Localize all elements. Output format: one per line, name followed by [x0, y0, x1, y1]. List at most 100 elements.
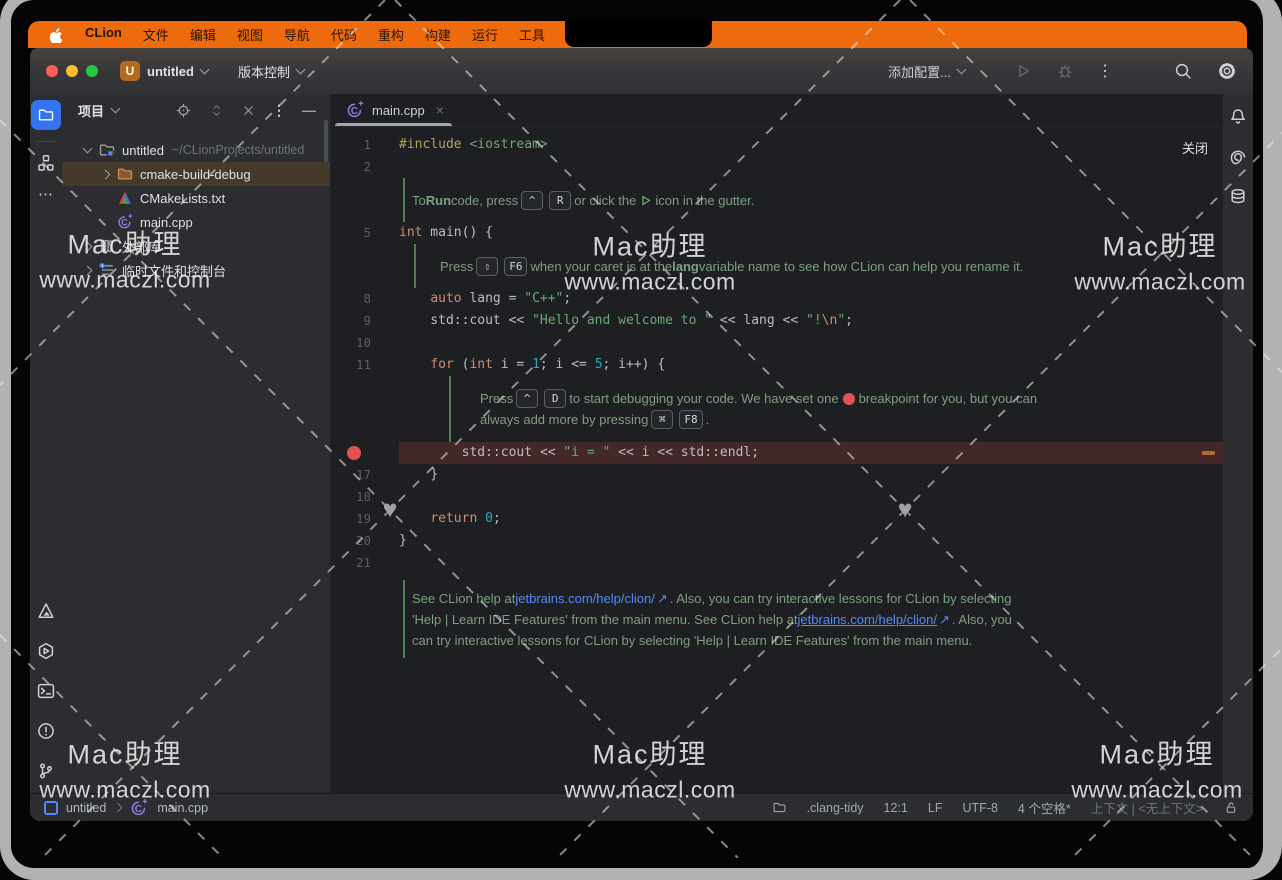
debug-button[interactable]	[1055, 61, 1075, 81]
tree-item[interactable]: cmake-build-debug	[62, 162, 330, 186]
menu-item-工具[interactable]: 工具	[519, 25, 545, 44]
menu-item-CLion[interactable]: CLion	[85, 25, 122, 44]
tree-item[interactable]: Cmain.cpp	[62, 210, 330, 234]
gutter[interactable]: 11	[331, 354, 399, 376]
line-content: To Run code, press ^R or click the icon …	[399, 178, 1223, 222]
tree-item[interactable]: CMakeLists.txt	[62, 186, 330, 210]
ai-assistant-icon[interactable]	[1223, 142, 1253, 172]
menu-item-重构[interactable]: 重构	[378, 25, 404, 44]
gutter[interactable]	[331, 376, 399, 442]
code-token: ;	[563, 291, 571, 306]
gutter[interactable]: 9	[331, 310, 399, 332]
gutter[interactable]	[331, 442, 399, 464]
zoom-window-button[interactable]	[86, 65, 98, 77]
more-tools-icon[interactable]: ⋯	[38, 185, 54, 203]
tree-chevron-icon[interactable]	[76, 243, 98, 250]
code-token: \n	[822, 313, 838, 328]
tab-main-cpp[interactable]: C main.cpp ×	[333, 94, 454, 126]
run-configuration-selector[interactable]: 添加配置...	[888, 62, 965, 81]
tree-item[interactable]: 外部库	[62, 234, 330, 258]
gutter[interactable]: 20	[331, 530, 399, 552]
breadcrumb-item[interactable]: main.cpp	[157, 801, 208, 815]
panel-scrollbar[interactable]	[324, 120, 328, 162]
settings-gear-icon[interactable]	[1217, 61, 1237, 81]
gutter[interactable]: 17	[331, 464, 399, 486]
menu-item-运行[interactable]: 运行	[472, 25, 498, 44]
gutter[interactable]	[331, 580, 399, 664]
locate-file-icon[interactable]	[175, 102, 192, 119]
help-link[interactable]: jetbrains.com/help/clion/	[515, 588, 654, 609]
services-icon[interactable]	[36, 641, 56, 661]
menu-item-导航[interactable]: 导航	[284, 25, 310, 44]
gutter[interactable]	[331, 244, 399, 288]
gutter[interactable]: 5	[331, 222, 399, 244]
code-area[interactable]: 1#include <iostream>2To Run code, press …	[331, 127, 1223, 793]
titlebar-actions: 添加配置... ⋮	[888, 61, 1237, 81]
tree-chevron-icon[interactable]	[76, 267, 98, 274]
code-token	[399, 291, 430, 306]
status-item[interactable]: 4 个空格*	[1018, 798, 1071, 817]
database-icon[interactable]	[1223, 182, 1253, 212]
collapse-all-icon[interactable]	[241, 103, 256, 118]
banner-text: variable name to see how CLion can help …	[699, 256, 1023, 277]
line-content	[399, 552, 1223, 574]
gutter[interactable]: 8	[331, 288, 399, 310]
close-window-button[interactable]	[46, 65, 58, 77]
code-token: ; i <=	[540, 357, 595, 372]
gutter[interactable]: 18	[331, 486, 399, 508]
terminal-icon[interactable]	[36, 681, 56, 701]
chevron-down-icon	[199, 65, 209, 75]
code-token: 5	[595, 357, 603, 372]
status-item[interactable]: 上下文 | <无上下文>	[1091, 798, 1203, 817]
cmake-tool-icon[interactable]	[36, 601, 56, 621]
apple-logo-icon[interactable]	[48, 27, 63, 43]
banner-line: See CLion help at jetbrains.com/help/cli…	[412, 588, 1223, 609]
hide-panel-icon[interactable]: —	[302, 102, 316, 118]
key-chip: F8	[679, 410, 702, 429]
commit-structure-icon[interactable]	[36, 153, 56, 173]
more-actions-icon[interactable]: ⋮	[1097, 61, 1113, 81]
project-tool-button[interactable]	[31, 100, 61, 130]
banner-close-button[interactable]: 关闭	[1182, 138, 1208, 157]
tree-item[interactable]: 临时文件和控制台	[62, 258, 330, 282]
status-item[interactable]: LF	[928, 801, 943, 815]
status-item[interactable]: .clang-tidy	[807, 801, 864, 815]
gutter[interactable]: 21	[331, 552, 399, 574]
menu-item-编辑[interactable]: 编辑	[190, 25, 216, 44]
project-panel-title[interactable]: 项目	[78, 101, 104, 120]
menu-item-视图[interactable]: 视图	[237, 25, 263, 44]
vcs-widget[interactable]: 版本控制	[238, 62, 304, 81]
key-chip: R	[549, 191, 571, 210]
problems-icon[interactable]	[36, 721, 56, 741]
tree-chevron-icon[interactable]	[94, 171, 116, 178]
gutter[interactable]: 1	[331, 134, 399, 156]
menu-item-文件[interactable]: 文件	[143, 25, 169, 44]
breakpoint-icon[interactable]	[347, 446, 361, 460]
gutter[interactable]	[331, 178, 399, 222]
expand-collapse-icon[interactable]	[208, 102, 225, 119]
tree-item[interactable]: untitled~/CLionProjects/untitled	[62, 138, 330, 162]
help-link[interactable]: jetbrains.com/help/clion/	[798, 609, 937, 630]
tree-chevron-icon[interactable]	[76, 148, 98, 152]
code-token: << i << std::endl;	[610, 445, 759, 460]
menu-item-构建[interactable]: 构建	[425, 25, 451, 44]
gutter[interactable]: 2	[331, 156, 399, 178]
run-button[interactable]	[1013, 61, 1033, 81]
breadcrumb-item[interactable]: untitled	[66, 801, 106, 815]
project-widget[interactable]: U untitled	[120, 61, 208, 81]
gutter[interactable]: 10	[331, 332, 399, 354]
line-number: 1	[363, 137, 371, 152]
banner-text: 'Help | Learn IDE Features' from the mai…	[412, 609, 798, 630]
status-item[interactable]: UTF-8	[962, 801, 997, 815]
gutter[interactable]: 19	[331, 508, 399, 530]
menu-item-代码[interactable]: 代码	[331, 25, 357, 44]
close-tab-icon[interactable]: ×	[436, 102, 444, 118]
search-icon[interactable]	[1173, 61, 1193, 81]
minimize-window-button[interactable]	[66, 65, 78, 77]
folder-small-icon[interactable]	[772, 800, 787, 815]
panel-options-icon[interactable]: ⋮	[272, 102, 286, 119]
status-item[interactable]: 12:1	[884, 801, 908, 815]
git-branch-icon[interactable]	[36, 761, 56, 781]
unlock-icon[interactable]	[1223, 800, 1239, 816]
notifications-bell-icon[interactable]	[1223, 102, 1253, 132]
